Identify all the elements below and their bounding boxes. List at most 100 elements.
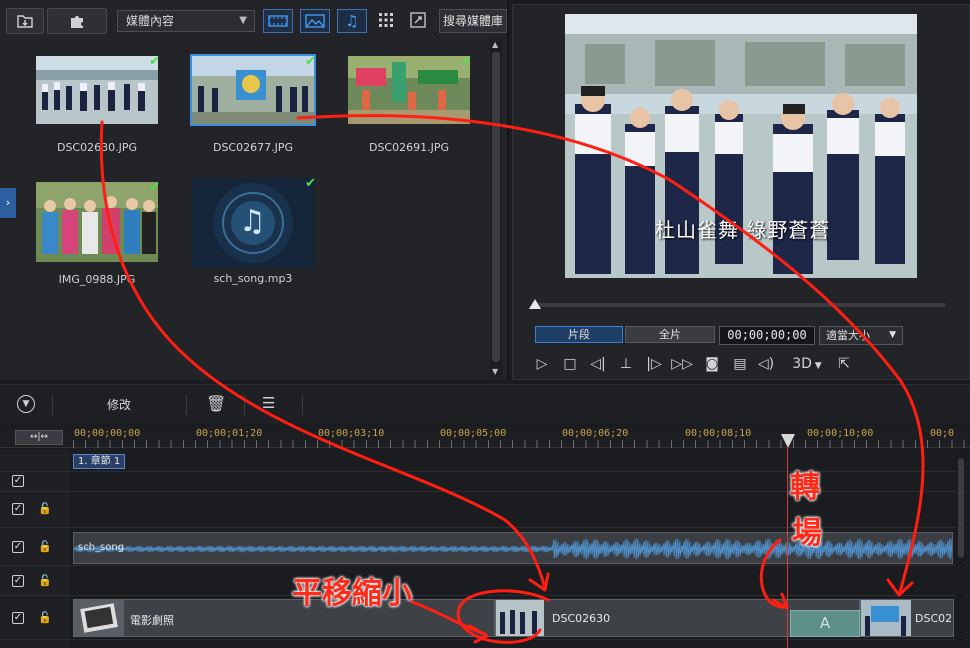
expand-library-button[interactable] <box>410 12 426 32</box>
puzzle-icon <box>71 16 83 28</box>
movie-mode-tab[interactable]: 全片 <box>625 326 715 343</box>
lock-icon[interactable]: 🔓 <box>38 611 52 624</box>
camera-icon: ◙ <box>705 356 719 372</box>
preview-panel: 杜山雀舞 綠野蒼蒼 片段 全片 00;00;00;00 適當大小 ▼ ▷ □ ◁… <box>512 4 970 380</box>
speaker-icon: ◁) <box>757 356 775 372</box>
ruler-ticks <box>73 440 970 448</box>
annotation-pan-zoom: 平移縮小 <box>292 576 412 611</box>
delete-button[interactable]: 🗑 <box>206 394 226 413</box>
timeline-ruler[interactable]: ↔|↔ 00;00;00;00 00;00;01;20 00;00;03;10 … <box>0 426 970 448</box>
transition-clip[interactable]: A <box>790 610 860 637</box>
stop-button[interactable]: □ <box>559 354 581 374</box>
media-thumbnail <box>348 56 470 124</box>
media-filter-value: 媒體內容 <box>126 14 175 28</box>
scrollbar-thumb[interactable] <box>492 52 500 362</box>
clip-mode-tab[interactable]: 片段 <box>535 326 623 343</box>
playhead-line <box>787 446 788 648</box>
video-clip[interactable]: DSC02 <box>860 599 954 637</box>
track-enable-checkbox[interactable]: ✓ <box>12 612 24 624</box>
list-icon: ☰ <box>262 394 276 412</box>
ruler-tick-label: 00;00;03;10 <box>318 428 385 439</box>
trash-icon: 🗑 <box>206 394 227 413</box>
image-icon <box>305 14 325 28</box>
ruler-tick-label: 00;00;05;00 <box>440 428 507 439</box>
play-button[interactable]: ▷ <box>531 354 553 374</box>
toolbar-divider <box>244 395 245 415</box>
preview-scrubber[interactable] <box>533 303 945 307</box>
ruler-tick-label: 00;0 <box>930 428 955 439</box>
lock-icon[interactable]: 🔓 <box>38 502 52 515</box>
film-icon <box>268 15 288 27</box>
video-clip-label: 電影劇照 <box>130 614 174 627</box>
expand-toolbar-button[interactable]: ▼ <box>17 395 35 413</box>
transition-glyph: A <box>819 614 831 632</box>
media-thumbnail <box>36 182 158 262</box>
import-media-button[interactable] <box>6 8 44 34</box>
stop-icon: □ <box>563 356 577 372</box>
import-icon <box>17 15 33 28</box>
lock-icon[interactable]: 🔓 <box>38 574 52 587</box>
split-button[interactable]: ⊥ <box>615 354 637 374</box>
chevron-down-icon: ▼ <box>889 330 896 340</box>
play-icon: ▷ <box>536 356 548 372</box>
track-enable-checkbox[interactable]: ✓ <box>12 503 24 515</box>
video-clip[interactable]: 電影劇照 <box>73 599 495 637</box>
subtitles-button[interactable]: ▤ <box>729 354 751 374</box>
lock-icon[interactable]: 🔓 <box>38 540 52 553</box>
timecode-display[interactable]: 00;00;00;00 <box>719 326 815 345</box>
media-thumbnail <box>190 54 316 126</box>
subtitle-icon: ▤ <box>733 356 747 372</box>
media-tile-name: sch_song.mp3 <box>213 272 293 285</box>
track-enable-checkbox[interactable]: ✓ <box>12 541 24 553</box>
media-filter-dropdown[interactable]: 媒體內容 ▼ <box>117 10 255 32</box>
zoom-to-fit-button[interactable]: ↔|↔ <box>15 430 63 445</box>
modify-button[interactable]: 修改 <box>107 396 131 413</box>
clip-thumbnail <box>496 600 544 636</box>
track-enable-checkbox[interactable]: ✓ <box>12 475 24 487</box>
search-library-button[interactable]: 搜尋媒體庫 <box>439 9 507 33</box>
3d-label: 3D <box>792 356 812 372</box>
snapshot-button[interactable]: ◙ <box>701 354 723 374</box>
clip-attributes-button[interactable]: ☰ <box>262 394 275 412</box>
media-grid: ✔ DSC02630.JPG ✔ DSC02677.JPG ✔ DSC02691… <box>4 40 490 375</box>
ruler-tick-label: 00;00;08;10 <box>685 428 752 439</box>
3d-mode-button[interactable]: 3D ▼ <box>787 354 827 374</box>
library-scrollbar[interactable]: ▲ ▼ <box>490 38 502 378</box>
chapter-track <box>0 450 970 472</box>
preview-caption: 杜山雀舞 綠野蒼蒼 <box>655 218 831 242</box>
checkmark-icon: ✔ <box>305 176 316 191</box>
photo-filter-button[interactable] <box>300 9 330 33</box>
chevron-down-icon: ▼ <box>811 361 822 371</box>
grid-view-button[interactable] <box>378 12 394 32</box>
checkmark-icon: ✔ <box>149 54 160 69</box>
subtitle-track: ✓ <box>0 472 970 492</box>
media-library-panel: 媒體內容 ▼ ♫ 搜尋媒體庫 › ✔ DSC02630.JPG ✔ DSC026… <box>0 0 508 380</box>
toolbar-divider <box>186 395 187 415</box>
media-tile-name: IMG_0988.JPG <box>58 273 136 286</box>
annotation-transition-1: 轉 <box>790 470 820 505</box>
plugins-button[interactable] <box>47 8 107 34</box>
volume-button[interactable]: ◁) <box>755 354 777 374</box>
previous-frame-button[interactable]: ◁| <box>587 354 609 374</box>
fast-forward-button[interactable]: ▷▷ <box>671 354 693 374</box>
track-enable-checkbox[interactable]: ✓ <box>12 575 24 587</box>
voice-track: ✓ 🔓 <box>0 566 970 596</box>
chapter-marker[interactable]: 1. 章節 1 <box>73 454 126 469</box>
toolbar-divider <box>52 395 53 415</box>
timeline-toolbar: ▼ 修改 🗑 ☰ <box>0 384 970 424</box>
video-filter-button[interactable] <box>263 9 293 33</box>
next-frame-button[interactable]: |▷ <box>643 354 665 374</box>
split-icon: ⊥ <box>619 356 633 372</box>
timeline-scrollbar[interactable] <box>956 450 966 648</box>
step-back-icon: ◁| <box>590 356 606 372</box>
chevron-down-icon: ▼ <box>22 399 30 409</box>
fit-size-dropdown[interactable]: 適當大小 ▼ <box>819 326 903 345</box>
scrollbar-thumb[interactable] <box>958 458 964 558</box>
audio-filter-button[interactable]: ♫ <box>337 9 367 33</box>
toolbar-divider <box>302 395 303 415</box>
scrubber-handle[interactable] <box>529 299 541 309</box>
resize-icon <box>410 12 426 28</box>
annotation-transition-2: 場 <box>792 516 822 551</box>
undock-preview-button[interactable]: ⇱ <box>833 354 855 374</box>
step-forward-icon: |▷ <box>646 356 662 372</box>
